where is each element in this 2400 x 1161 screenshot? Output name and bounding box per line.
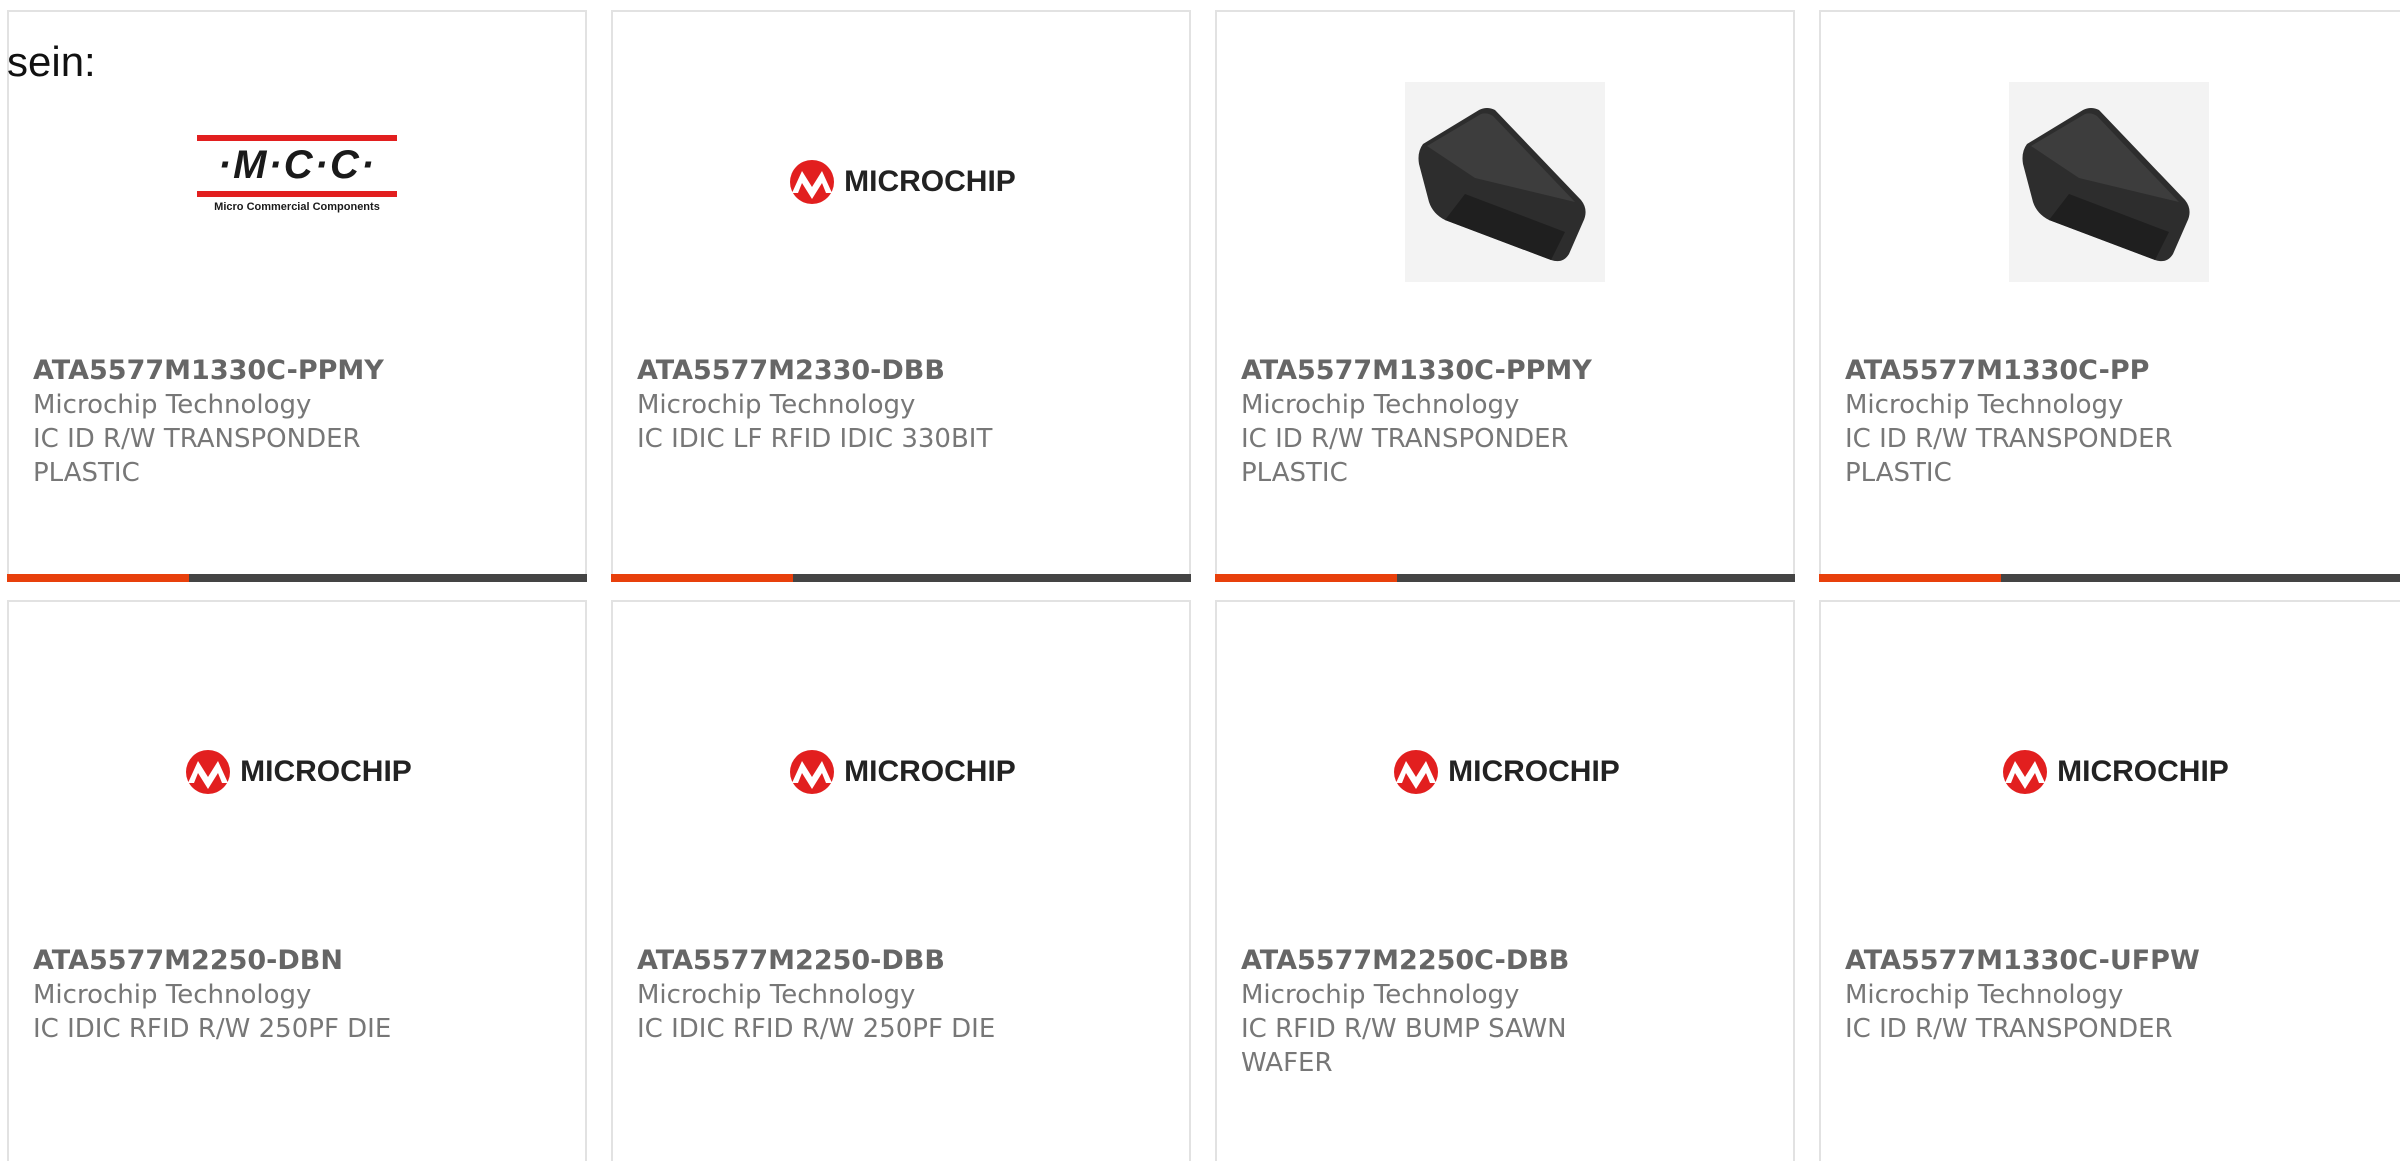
product-card[interactable]: MICROCHIP ATA5577M2250-DBN Microchip Tec… <box>7 600 587 1161</box>
product-card[interactable]: ATA5577M1330C-PPMY Microchip Technology … <box>1215 10 1795 582</box>
transponder-chip-icon <box>2009 82 2209 282</box>
card-footer-bar <box>1819 574 2400 582</box>
product-description: IC RFID R/W BUMP SAWN WAFER <box>1241 1014 1567 1078</box>
product-description: IC ID R/W TRANSPONDER <box>1845 1014 2173 1044</box>
product-thumbnail[interactable] <box>1821 12 2400 352</box>
product-description: IC ID R/W TRANSPONDER PLASTIC <box>1241 424 1569 488</box>
microchip-logo-icon: MICROCHIP <box>786 749 1016 795</box>
part-number-link[interactable]: ATA5577M1330C-PPMY <box>1241 354 1769 388</box>
part-number-link[interactable]: ATA5577M1330C-UFPW <box>1845 944 2383 978</box>
microchip-logo-icon: MICROCHIP <box>182 749 412 795</box>
product-description: IC IDIC RFID R/W 250PF DIE <box>33 1014 392 1044</box>
manufacturer-name: Microchip Technology <box>33 980 312 1010</box>
product-description: IC ID R/W TRANSPONDER PLASTIC <box>33 424 361 488</box>
manufacturer-name: Microchip Technology <box>637 980 916 1010</box>
product-description: IC IDIC LF RFID IDIC 330BIT <box>637 424 993 454</box>
intro-text: sein: <box>7 38 96 85</box>
product-thumbnail[interactable]: MICROCHIP <box>9 602 585 942</box>
card-accent <box>7 574 189 582</box>
part-number-link[interactable]: ATA5577M2330-DBB <box>637 354 1165 388</box>
product-thumbnail[interactable]: MICROCHIP <box>1217 602 1793 942</box>
part-number-link[interactable]: ATA5577M1330C-PPMY <box>33 354 561 388</box>
product-description: IC IDIC RFID R/W 250PF DIE <box>637 1014 996 1044</box>
product-card[interactable]: MICROCHIP ATA5577M2250-DBB Microchip Tec… <box>611 600 1191 1161</box>
manufacturer-name: Microchip Technology <box>1241 390 1520 420</box>
card-footer-bar <box>1215 574 1795 582</box>
product-card[interactable]: MICROCHIP ATA5577M1330C-UFPW Microchip T… <box>1819 600 2400 1161</box>
mcc-logo-icon: ·M·C·C· Micro Commercial Components <box>197 133 397 223</box>
manufacturer-name: Microchip Technology <box>1845 980 2124 1010</box>
product-thumbnail[interactable]: MICROCHIP <box>1821 602 2400 942</box>
microchip-logo-icon: MICROCHIP <box>786 159 1016 205</box>
manufacturer-name: Microchip Technology <box>1845 390 2124 420</box>
part-number-link[interactable]: ATA5577M2250-DBB <box>637 944 1165 978</box>
card-accent <box>1215 574 1397 582</box>
product-description: IC ID R/W TRANSPONDER PLASTIC <box>1845 424 2173 488</box>
microchip-logo-icon: MICROCHIP <box>1999 749 2229 795</box>
part-number-link[interactable]: ATA5577M2250-DBN <box>33 944 561 978</box>
card-accent <box>611 574 793 582</box>
manufacturer-name: Microchip Technology <box>637 390 916 420</box>
product-card[interactable]: MICROCHIP ATA5577M2250C-DBB Microchip Te… <box>1215 600 1795 1161</box>
microchip-logo-icon: MICROCHIP <box>1390 749 1620 795</box>
transponder-chip-icon <box>1405 82 1605 282</box>
manufacturer-name: Microchip Technology <box>33 390 312 420</box>
card-accent <box>1819 574 2001 582</box>
product-card[interactable]: MICROCHIP ATA5577M2330-DBB Microchip Tec… <box>611 10 1191 582</box>
product-thumbnail[interactable] <box>1217 12 1793 352</box>
part-number-link[interactable]: ATA5577M1330C-PP <box>1845 354 2383 388</box>
product-grid-page: sein: ·M·C·C· Micro Commercial Component… <box>0 0 2400 1161</box>
manufacturer-name: Microchip Technology <box>1241 980 1520 1010</box>
product-card[interactable]: ·M·C·C· Micro Commercial Components ATA5… <box>7 10 587 582</box>
product-card[interactable]: ATA5577M1330C-PP Microchip Technology IC… <box>1819 10 2400 582</box>
product-thumbnail[interactable]: MICROCHIP <box>613 12 1189 352</box>
card-footer-bar <box>7 574 587 582</box>
card-footer-bar <box>611 574 1191 582</box>
part-number-link[interactable]: ATA5577M2250C-DBB <box>1241 944 1769 978</box>
product-thumbnail[interactable]: MICROCHIP <box>613 602 1189 942</box>
